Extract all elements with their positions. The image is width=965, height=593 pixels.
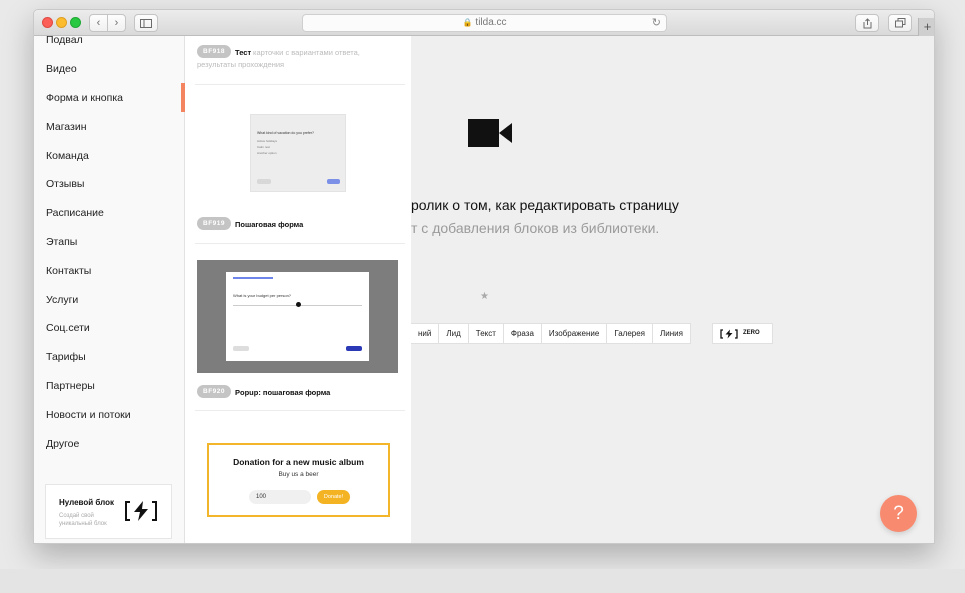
plus-icon: + [923,19,932,34]
preview-option: Active holidays [257,139,278,143]
tutorial-headline: ролик о том, как редактировать страницу [411,197,679,213]
show-tabs-button[interactable] [888,14,912,32]
category-item[interactable]: Этапы [46,234,77,250]
tutorial-subline: т с добавления блоков из библиотеки. [411,220,660,236]
browser-titlebar: ‹ › 🔒 tilda.cc ↻ [34,10,934,36]
category-item[interactable]: Услуги [46,292,78,308]
category-item[interactable]: Видео [46,61,77,77]
category-item[interactable]: Другое [46,436,79,452]
category-item[interactable]: Магазин [46,119,87,135]
category-item[interactable]: Соц.сети [46,320,90,336]
block-list-panel: BF918 Тест карточки с вариантами ответа,… [185,36,411,543]
divider [195,84,405,85]
donate-button: Donate! [317,490,350,504]
preview-next-button [327,179,340,184]
tag-button[interactable]: Галерея [607,323,653,344]
block-code-badge: BF919 [197,217,232,230]
minimize-window-button[interactable] [56,17,67,28]
donation-amount-field: 100 [249,490,311,504]
preview-question: What kind of vacation do you prefer? [257,131,315,135]
lightning-bracket-icon [125,501,157,521]
category-item[interactable]: Отзывы [46,176,84,192]
preview-modal: What is your budget per person? [226,272,369,361]
block-name[interactable]: Пошаговая форма [235,220,303,229]
divider [195,243,405,244]
block-preview-stepform[interactable]: What kind of vacation do you prefer? Act… [250,114,346,192]
tag-button[interactable]: Изображение [541,323,608,344]
preview-question: What is your budget per person? [233,293,292,298]
divider [195,410,405,411]
zero-block-description: Создай свой уникальный блок [59,513,107,527]
donation-title: Donation for a new music album [233,457,364,467]
chevron-right-icon: › [114,17,119,29]
tabs-icon [894,18,905,28]
tag-button[interactable]: ний [411,323,440,344]
tag-button[interactable]: Фраза [503,323,542,344]
question-icon: ? [893,503,904,524]
tag-button[interactable]: Лид [439,323,469,344]
new-tab-button[interactable]: + [918,18,934,36]
video-camera-icon [468,119,512,147]
donation-subtitle: Buy us a beer [278,471,319,478]
preview-slider-knob [296,302,301,307]
preview-option: Calm rest [257,145,270,149]
block-preview-popup-stepform[interactable]: What is your budget per person? [197,260,398,373]
zero-block-card[interactable]: Нулевой блок Создай свой уникальный блок [45,484,172,539]
preview-back-button [257,179,271,184]
page-content: ролик о том, как редактировать страницу … [34,34,934,543]
sidebar-icon [140,19,152,28]
share-button[interactable] [855,14,879,32]
address-url: tilda.cc [475,17,507,28]
chevron-left-icon: ‹ [96,17,101,29]
block-categories-sidebar: Подвал Видео Форма и кнопка Магазин Кома… [34,34,185,543]
zero-block-title: Нулевой блок [59,498,114,507]
zero-block-button[interactable]: ZERO [712,323,773,344]
reload-icon[interactable]: ↻ [652,15,661,31]
share-icon [863,18,871,29]
category-item[interactable]: Подвал [46,32,83,48]
star-icon: ★ [480,291,489,302]
lock-icon: 🔒 [462,18,473,27]
preview-progress [233,277,273,279]
category-item[interactable]: Расписание [46,205,104,221]
tag-button[interactable]: Текст [468,323,504,344]
block-preview-donation[interactable]: Donation for a new music album Buy us a … [207,443,390,517]
category-item[interactable]: Новости и потоки [46,407,131,423]
block-code-badge: BF920 [197,385,232,398]
category-item-active[interactable]: Форма и кнопка [46,90,123,106]
category-item[interactable]: Тарифы [46,349,86,365]
close-window-button[interactable] [42,17,53,28]
preview-next-button [346,346,362,351]
help-button[interactable]: ? [880,495,917,532]
browser-window: ‹ › 🔒 tilda.cc ↻ + ролик о том, как редак… [33,9,935,544]
back-button[interactable]: ‹ [89,14,108,32]
category-item[interactable]: Команда [46,148,89,164]
preview-back-button [233,346,249,351]
category-item[interactable]: Контакты [46,263,91,279]
forward-button[interactable]: › [107,14,126,32]
tag-button[interactable]: Линия [653,323,691,344]
category-item[interactable]: Партнеры [46,378,95,394]
maximize-window-button[interactable] [70,17,81,28]
block-description: карточки с вариантами ответа, результаты… [197,48,360,69]
sidebar-toggle-button[interactable] [134,14,158,32]
desktop-bottom [0,569,965,593]
zero-label: ZERO [743,330,760,336]
preview-option: Another option [257,151,277,155]
address-bar[interactable]: 🔒 tilda.cc ↻ [302,14,667,32]
block-name[interactable]: Popup: пошаговая форма [235,388,330,397]
lightning-bracket-icon [720,329,738,339]
block-category-tags: ний Лид Текст Фраза Изображение Галерея … [411,323,691,344]
